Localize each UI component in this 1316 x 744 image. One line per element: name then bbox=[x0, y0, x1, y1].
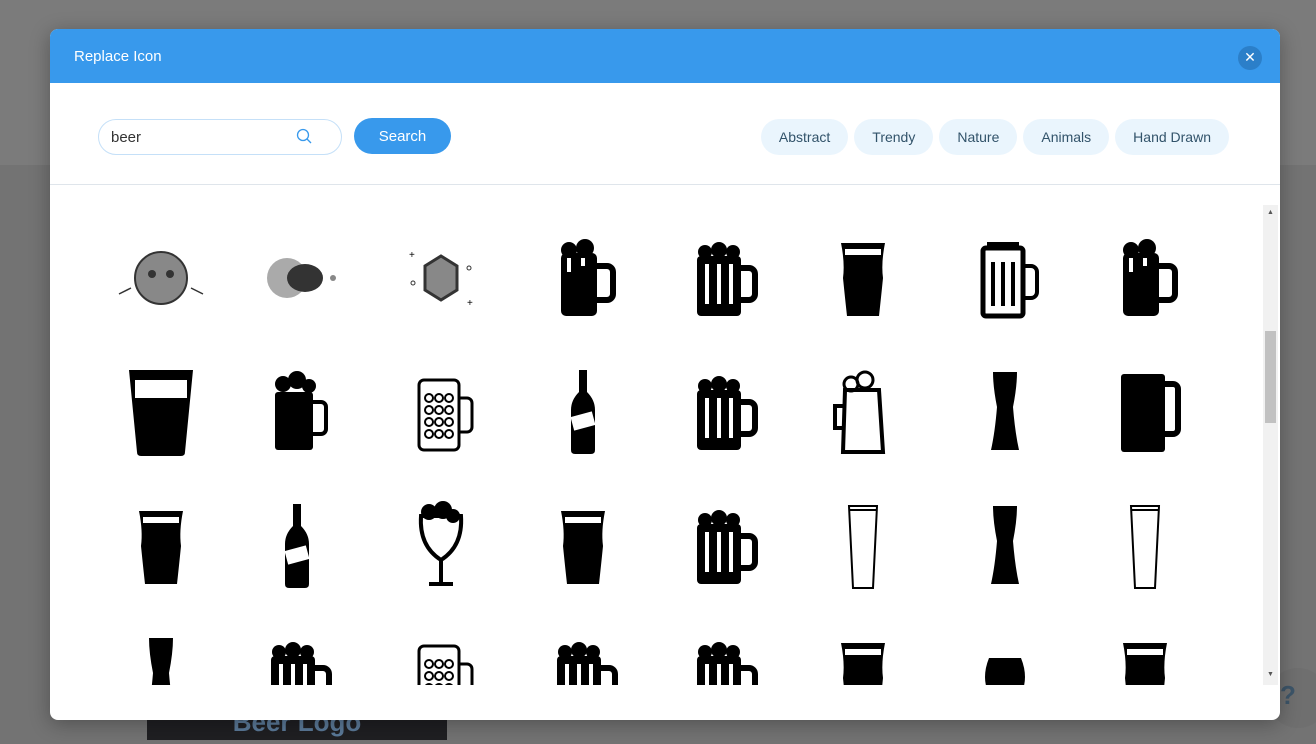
tall-glass-icon bbox=[991, 506, 1019, 584]
icon-option-dotted-stein[interactable] bbox=[386, 357, 496, 467]
bottle-icon bbox=[284, 504, 310, 588]
goblet-icon bbox=[418, 501, 464, 586]
tall-glass-outline-icon bbox=[847, 505, 879, 589]
icon-option-tall-glass[interactable] bbox=[950, 491, 1060, 601]
close-icon[interactable]: ✕ bbox=[1238, 46, 1262, 70]
icon-option-bottle[interactable] bbox=[528, 357, 638, 467]
svg-text:+: + bbox=[409, 250, 415, 261]
icon-option-stein[interactable] bbox=[950, 223, 1060, 333]
scrollbar[interactable]: ▲ ▼ bbox=[1263, 205, 1278, 685]
striped-mug-icon bbox=[697, 242, 758, 316]
icon-option-tall-glass-outline[interactable] bbox=[1090, 491, 1200, 601]
search-button[interactable]: Search bbox=[354, 118, 451, 154]
scroll-up-icon[interactable]: ▲ bbox=[1267, 209, 1274, 216]
search-icon[interactable] bbox=[296, 128, 312, 144]
abstract-circles-icon bbox=[267, 258, 336, 298]
striped-mug-icon bbox=[697, 642, 758, 685]
category-trendy[interactable]: Trendy bbox=[854, 119, 934, 155]
dialog-title: Replace Icon bbox=[74, 48, 162, 65]
category-animals[interactable]: Animals bbox=[1023, 119, 1110, 155]
icon-option-pitcher[interactable] bbox=[808, 357, 918, 467]
icon-option-pint-glass[interactable] bbox=[808, 223, 918, 333]
icon-option-pint-glass[interactable] bbox=[808, 623, 918, 685]
category-chips: Abstract Trendy Nature Animals Hand Draw… bbox=[760, 119, 1229, 155]
icon-option-mug[interactable] bbox=[1090, 357, 1200, 467]
icon-option-bottle[interactable] bbox=[242, 491, 352, 601]
striped-mug-icon bbox=[697, 376, 758, 450]
foam-mug-icon bbox=[1123, 239, 1178, 316]
dotted-stein-icon bbox=[417, 378, 474, 452]
category-nature[interactable]: Nature bbox=[939, 119, 1018, 155]
scrollbar-thumb[interactable] bbox=[1265, 331, 1276, 423]
striped-mug-icon bbox=[271, 642, 332, 685]
icon-option-pint-glass[interactable] bbox=[528, 491, 638, 601]
pint-glass-icon bbox=[139, 511, 183, 584]
icon-option-tulip-glass[interactable] bbox=[950, 623, 1060, 685]
tall-glass-icon bbox=[991, 372, 1019, 450]
tall-glass-icon bbox=[149, 638, 173, 685]
foam-mug-outline-icon bbox=[275, 371, 328, 450]
tall-glass-outline-icon bbox=[1129, 505, 1161, 589]
icon-grid: + + bbox=[50, 205, 1262, 685]
icon-option-glass[interactable] bbox=[106, 357, 216, 467]
icon-option-striped-mug[interactable] bbox=[242, 623, 352, 685]
svg-text:+: + bbox=[467, 298, 473, 309]
replace-icon-dialog: Replace Icon ✕ Search Abstract Trendy Na… bbox=[50, 29, 1280, 720]
icon-option-abstract-circles[interactable] bbox=[242, 223, 352, 333]
dotted-stein-icon bbox=[417, 644, 474, 685]
icon-option-goblet[interactable] bbox=[386, 491, 496, 601]
pint-glass-icon bbox=[841, 643, 885, 685]
mug-icon bbox=[1121, 374, 1181, 452]
striped-mug-icon bbox=[557, 642, 618, 685]
icon-option-pint-glass[interactable] bbox=[106, 491, 216, 601]
search-toolbar: Search Abstract Trendy Nature Animals Ha… bbox=[50, 83, 1280, 185]
icon-option-striped-mug[interactable] bbox=[668, 223, 778, 333]
pint-glass-icon bbox=[1123, 643, 1167, 685]
icon-option-dotted-stein[interactable] bbox=[386, 623, 496, 685]
dialog-header: Replace Icon ✕ bbox=[50, 29, 1280, 83]
icon-option-foam-mug-outline[interactable] bbox=[242, 357, 352, 467]
icon-option-foam-mug[interactable] bbox=[1090, 223, 1200, 333]
bottle-icon bbox=[570, 370, 596, 454]
icon-option-striped-mug[interactable] bbox=[668, 357, 778, 467]
striped-mug-icon bbox=[697, 510, 758, 584]
glass-icon bbox=[129, 370, 193, 456]
scroll-down-icon[interactable]: ▼ bbox=[1267, 671, 1274, 678]
icon-option-striped-mug[interactable] bbox=[668, 491, 778, 601]
icon-option-tiger[interactable] bbox=[106, 223, 216, 333]
icon-option-pint-glass[interactable] bbox=[1090, 623, 1200, 685]
category-hand-drawn[interactable]: Hand Drawn bbox=[1115, 119, 1229, 155]
pint-glass-icon bbox=[841, 243, 885, 316]
stein-icon bbox=[980, 242, 1039, 319]
icon-option-gem[interactable]: + + bbox=[386, 223, 496, 333]
icon-option-tall-glass[interactable] bbox=[106, 623, 216, 685]
icon-option-tall-glass[interactable] bbox=[950, 357, 1060, 467]
icon-option-striped-mug[interactable] bbox=[668, 623, 778, 685]
tulip-glass-icon bbox=[985, 658, 1025, 685]
icon-option-tall-glass-outline[interactable] bbox=[808, 491, 918, 601]
tiger-icon bbox=[118, 251, 204, 305]
pitcher-icon bbox=[833, 370, 886, 454]
icon-option-foam-mug[interactable] bbox=[528, 223, 638, 333]
foam-mug-icon bbox=[561, 239, 616, 316]
icon-option-striped-mug[interactable] bbox=[528, 623, 638, 685]
gem-icon: ++ bbox=[409, 250, 473, 309]
pint-glass-icon bbox=[561, 511, 605, 584]
category-abstract[interactable]: Abstract bbox=[760, 119, 849, 155]
